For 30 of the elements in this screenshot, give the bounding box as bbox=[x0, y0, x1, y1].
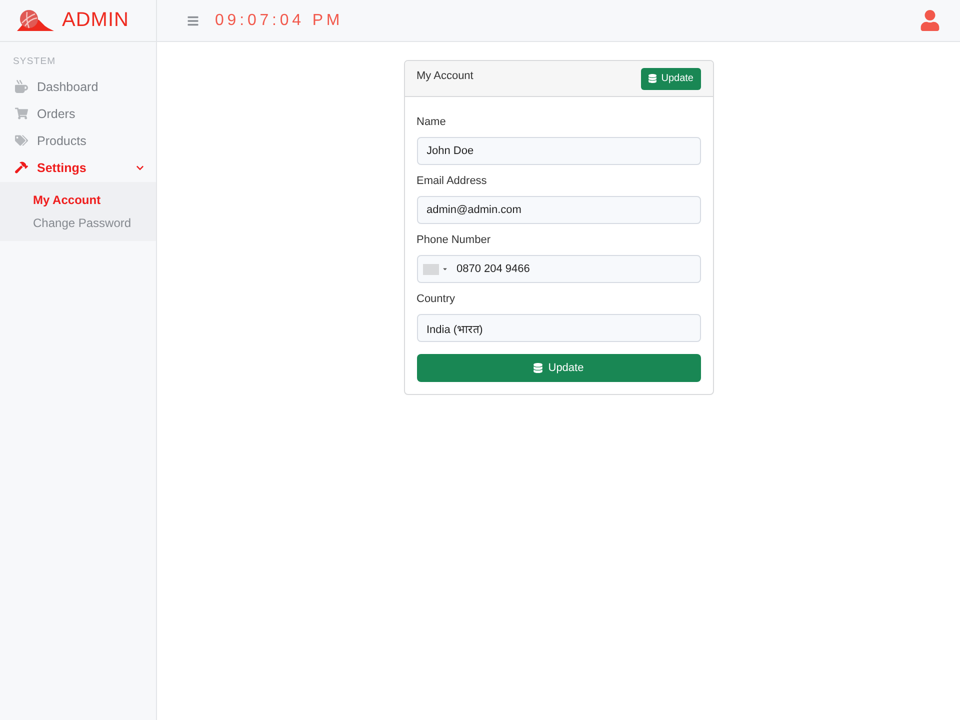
field-label: Country bbox=[416, 292, 456, 306]
field-label: Phone Number bbox=[416, 233, 492, 247]
update-button[interactable]: Update bbox=[641, 68, 700, 90]
menu-icon[interactable] bbox=[186, 14, 200, 26]
update-button[interactable]: Update bbox=[416, 354, 700, 382]
submenu-item[interactable]: Change Password bbox=[0, 212, 156, 235]
mug-icon bbox=[14, 80, 28, 94]
sidebar-item[interactable]: Products bbox=[0, 127, 156, 154]
input-field[interactable]: John Doe bbox=[416, 137, 700, 165]
mountain-logo-icon bbox=[17, 10, 54, 31]
tags-icon bbox=[14, 134, 28, 148]
section-heading: SYSTEM bbox=[12, 55, 57, 69]
submenu-item[interactable]: My Account bbox=[0, 189, 156, 212]
database-icon bbox=[533, 363, 544, 373]
sidebar-item[interactable]: Dashboard bbox=[0, 73, 156, 100]
field-label: Email Address bbox=[416, 174, 488, 188]
phone-field[interactable]: 0870 204 9466 bbox=[416, 255, 700, 283]
database-icon bbox=[648, 74, 658, 83]
sidebar-item[interactable]: Orders bbox=[0, 100, 156, 127]
brand-name: ADMIN bbox=[62, 9, 129, 32]
card-title: My Account bbox=[416, 70, 474, 82]
hammer-icon bbox=[14, 160, 28, 174]
input-field[interactable]: admin@admin.com bbox=[416, 196, 700, 224]
cart-icon bbox=[14, 106, 28, 120]
input-field[interactable]: India (भारत) bbox=[416, 314, 700, 342]
clock: 09:07:04 PM bbox=[215, 12, 344, 30]
field-label: Name bbox=[416, 115, 447, 129]
user-icon[interactable] bbox=[919, 10, 941, 31]
caret-icon bbox=[442, 266, 448, 272]
sidebar-item[interactable]: Settings bbox=[0, 154, 156, 181]
